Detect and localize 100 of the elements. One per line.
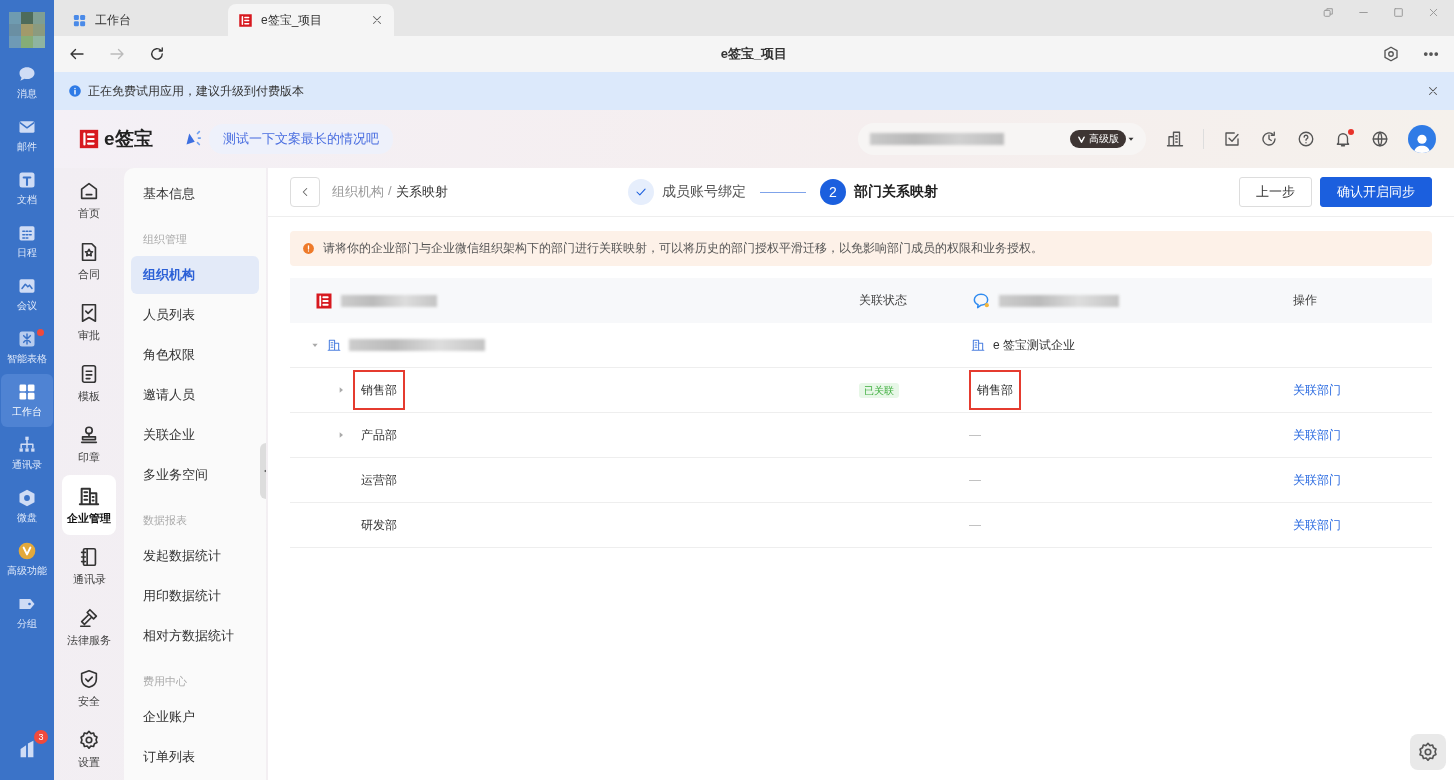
rail-item[interactable]: 通讯录: [1, 427, 53, 480]
building-icon: [327, 338, 341, 352]
confirm-button[interactable]: 确认开启同步: [1320, 177, 1432, 207]
column-header: 操作: [1293, 293, 1317, 307]
department-name: 运营部: [360, 471, 398, 489]
rail-item[interactable]: 日程: [1, 215, 53, 268]
link-department-link[interactable]: 关联部门: [1293, 427, 1341, 442]
shield-icon: [78, 667, 100, 690]
previous-button[interactable]: 上一步: [1239, 177, 1312, 207]
menu-item[interactable]: 相对方数据统计: [131, 617, 259, 655]
warning-icon: [302, 242, 315, 255]
count-badge: 3: [34, 730, 48, 744]
cube-icon: [17, 488, 37, 508]
company-switcher[interactable]: 高级版: [858, 123, 1146, 155]
empty-value: —: [969, 428, 981, 442]
link-department-link[interactable]: 关联部门: [1293, 472, 1341, 487]
department-name: 销售部: [969, 370, 1021, 410]
avatar[interactable]: [9, 12, 45, 48]
nav-item[interactable]: 合同: [62, 231, 116, 291]
rail-item[interactable]: 会议: [1, 268, 53, 321]
nav-item[interactable]: 审批: [62, 292, 116, 352]
menu-item[interactable]: 发起数据统计: [131, 537, 259, 575]
nav-item[interactable]: 设置: [62, 719, 116, 779]
rail-item[interactable]: 智能表格: [1, 321, 53, 374]
image-icon: [17, 276, 37, 296]
browser-tab[interactable]: 工作台: [62, 4, 228, 36]
link-department-link[interactable]: 关联部门: [1293, 517, 1341, 532]
empty-value: —: [969, 518, 981, 532]
grid-icon: [17, 382, 37, 402]
grid-icon: [72, 12, 87, 28]
link-department-link[interactable]: 关联部门: [1293, 382, 1341, 397]
menu-group-title: 数据报表: [142, 513, 188, 528]
building-icon[interactable]: [1166, 130, 1184, 148]
page-title: e签宝_项目: [720, 46, 788, 61]
bell-icon[interactable]: [1334, 130, 1352, 148]
company-name: e 签宝测试企业: [993, 336, 1075, 354]
checkbox-icon[interactable]: [1223, 130, 1241, 148]
calendar-icon: [17, 223, 37, 243]
rail-item[interactable]: 高级功能: [1, 533, 53, 586]
rail-item[interactable]: 邮件: [1, 109, 53, 162]
rail-item[interactable]: 微盘: [1, 480, 53, 533]
document-icon: [17, 170, 37, 190]
empty-value: —: [969, 473, 981, 487]
step-number: 2: [820, 179, 846, 205]
help-icon[interactable]: [1297, 130, 1315, 148]
alert-text: 请将你的企业部门与企业微信组织架构下的部门进行关联映射，可以将历史的部门授权平滑迁移，以免影响部门成员的权限和业务授权。: [323, 240, 1043, 257]
globe-icon[interactable]: [1371, 130, 1389, 148]
menu-item[interactable]: 基本信息: [131, 175, 259, 213]
nav-item[interactable]: 企业管理: [62, 475, 116, 535]
menu-item[interactable]: 多业务空间: [131, 456, 259, 494]
department-name: 产品部: [360, 426, 398, 444]
v-icon: [1077, 134, 1086, 144]
close-icon[interactable]: [1426, 84, 1440, 98]
menu-group-title: 费用中心: [142, 674, 188, 689]
settings-icon: [1417, 741, 1439, 763]
menu-item[interactable]: 邀请人员: [131, 376, 259, 414]
step-label: 成员账号绑定: [662, 183, 746, 201]
nav-item[interactable]: 印章: [62, 414, 116, 474]
menu-item[interactable]: 人员列表: [131, 296, 259, 334]
caret-icon[interactable]: [311, 341, 319, 349]
info-icon: [68, 84, 82, 98]
settings-button[interactable]: [1410, 734, 1446, 770]
browser-tab[interactable]: e签宝_项目: [228, 4, 394, 36]
close-icon[interactable]: [370, 13, 384, 27]
column-header: 关联状态: [859, 293, 907, 307]
nav-item[interactable]: 模板: [62, 353, 116, 413]
chat-icon: [17, 64, 37, 84]
step-label: 部门关系映射: [854, 183, 938, 201]
plan-badge[interactable]: 高级版: [1070, 130, 1126, 148]
nav-item[interactable]: 通讯录: [62, 536, 116, 596]
menu-item[interactable]: 用印数据统计: [131, 577, 259, 615]
department-name: 研发部: [360, 516, 398, 534]
logo-icon: [238, 12, 253, 28]
menu-item[interactable]: 组织机构: [131, 256, 259, 294]
logo-icon: [78, 128, 100, 150]
close-icon[interactable]: [1427, 6, 1440, 19]
rail-item[interactable]: 工作台: [1, 374, 53, 427]
breadcrumb-separator: /: [388, 183, 392, 200]
caret-icon[interactable]: [337, 386, 345, 394]
menu-item[interactable]: 订单列表: [131, 738, 259, 776]
nav-item[interactable]: 法律服务: [62, 597, 116, 657]
settings-icon[interactable]: [1382, 45, 1400, 63]
nav-item[interactable]: 首页: [62, 170, 116, 230]
announcement-pill[interactable]: 测试一下文案最长的情况吧: [208, 124, 393, 154]
menu-item[interactable]: 角色权限: [131, 336, 259, 374]
menu-item[interactable]: 企业账户: [131, 698, 259, 736]
history-icon[interactable]: [1260, 130, 1278, 148]
reload-icon[interactable]: [148, 45, 166, 63]
app-logo: e签宝: [104, 127, 153, 151]
department-name: 销售部: [353, 370, 405, 410]
building-icon: [971, 338, 985, 352]
rail-item[interactable]: 文档: [1, 162, 53, 215]
rail-item[interactable]: 消息: [1, 56, 53, 109]
stamp-icon: [78, 423, 100, 446]
nav-item[interactable]: 安全: [62, 658, 116, 718]
menu-item[interactable]: 关联企业: [131, 416, 259, 454]
caret-icon[interactable]: [337, 431, 345, 439]
user-avatar[interactable]: [1408, 125, 1436, 153]
status-tag: 已关联: [859, 382, 899, 398]
rail-item[interactable]: 分组: [1, 586, 53, 639]
